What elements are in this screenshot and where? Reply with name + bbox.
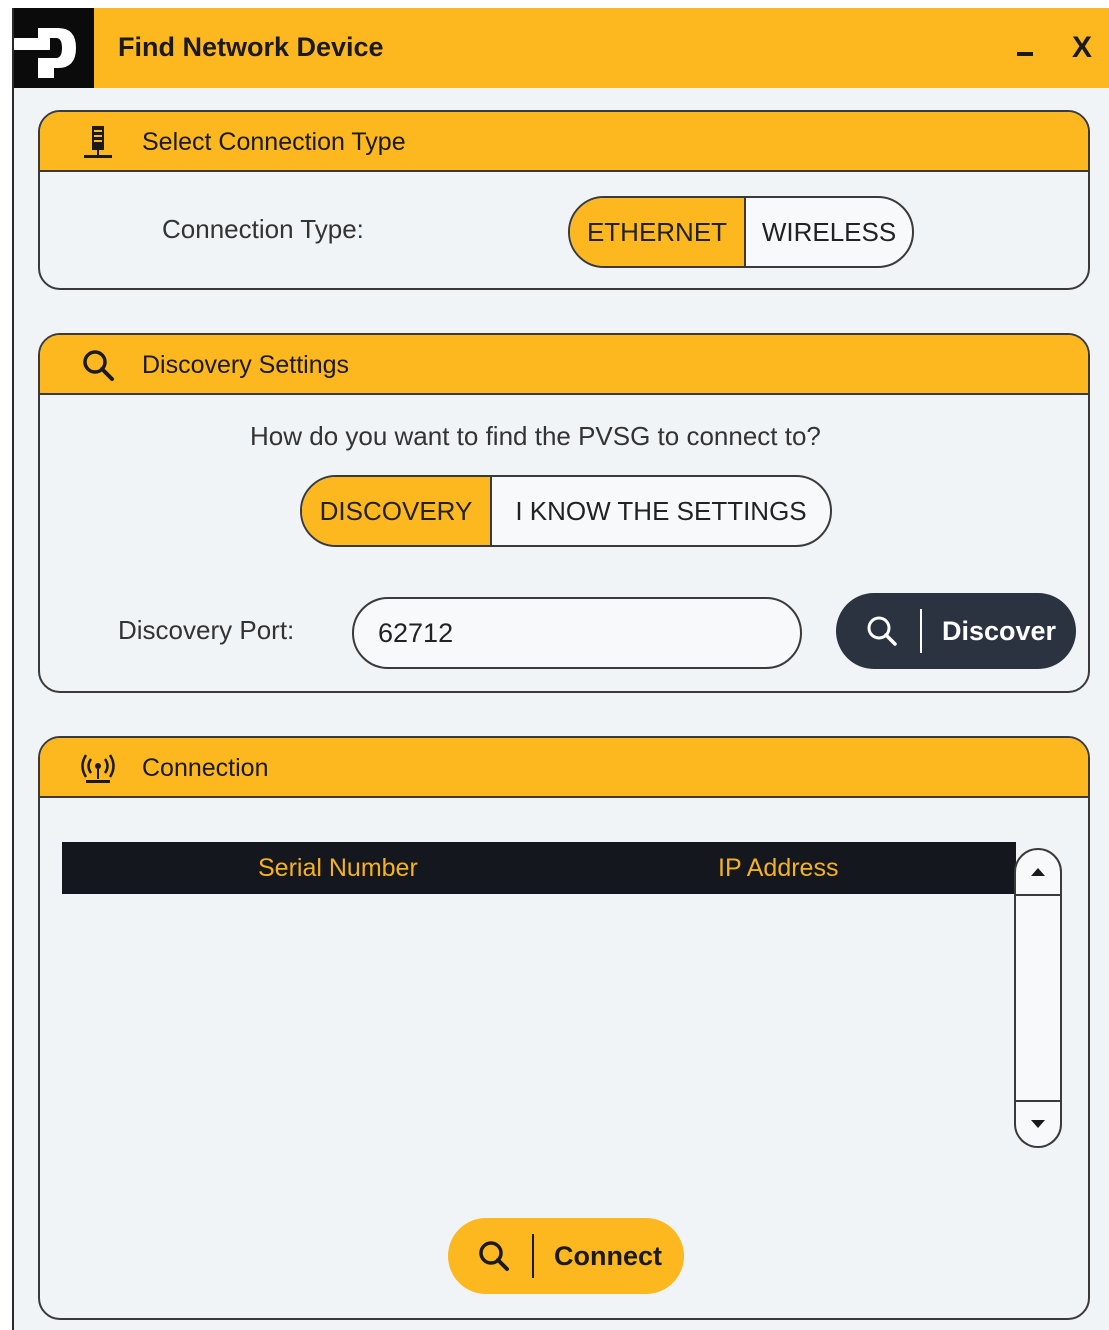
discovery-settings-panel: Discovery Settings How do you want to fi… [38, 333, 1090, 693]
connection-panel: Connection Serial Number IP Address Conn… [38, 736, 1090, 1320]
search-icon [479, 1241, 509, 1271]
discovery-option[interactable]: DISCOVERY [302, 477, 490, 545]
title-bar: Find Network Device X [14, 8, 1109, 88]
ip-address-column-header[interactable]: IP Address [718, 854, 838, 883]
search-icon [867, 616, 897, 646]
know-settings-option[interactable]: I KNOW THE SETTINGS [492, 477, 830, 545]
connection-type-panel: Select Connection Type Connection Type: … [38, 110, 1090, 290]
device-list-scrollbar[interactable] [1014, 848, 1062, 1148]
discovery-port-input[interactable]: 62712 [352, 597, 802, 669]
app-logo [14, 8, 94, 88]
connection-type-label: Connection Type: [162, 214, 364, 244]
find-network-device-window: Find Network Device X Select Connection … [12, 8, 1109, 1330]
ethernet-option[interactable]: ETHERNET [570, 198, 744, 266]
discover-button-label: Discover [942, 615, 1057, 646]
connection-type-toggle: ETHERNET WIRELESS [568, 196, 914, 268]
connection-heading: Connection [142, 754, 269, 782]
connection-panel-header: Connection [40, 738, 1088, 798]
discovery-port-label: Discovery Port: [118, 615, 295, 645]
scroll-down-icon [1031, 1120, 1045, 1128]
scroll-up-icon [1031, 868, 1045, 876]
scroll-down-button[interactable] [1016, 1100, 1060, 1146]
network-device-icon [84, 126, 112, 158]
discovery-question: How do you want to find the PVSG to conn… [250, 421, 821, 451]
discover-button[interactable]: Discover [836, 593, 1076, 669]
minimize-button[interactable] [1008, 30, 1042, 66]
serial-number-column-header[interactable]: Serial Number [258, 854, 418, 883]
discovery-settings-panel-header: Discovery Settings [40, 335, 1088, 395]
connect-button[interactable]: Connect [448, 1218, 684, 1294]
discovery-method-toggle: DISCOVERY I KNOW THE SETTINGS [300, 475, 832, 547]
search-icon [83, 350, 114, 381]
wireless-signal-icon [81, 754, 115, 783]
wireless-option[interactable]: WIRELESS [746, 198, 912, 266]
button-divider [532, 1234, 534, 1278]
close-button[interactable]: X [1065, 30, 1099, 66]
connect-button-label: Connect [554, 1240, 662, 1271]
scroll-up-button[interactable] [1016, 850, 1060, 896]
window-title: Find Network Device [118, 32, 384, 62]
minimize-icon [1017, 52, 1033, 56]
discovery-settings-heading: Discovery Settings [142, 351, 350, 379]
connection-type-panel-header: Select Connection Type [40, 112, 1088, 172]
button-divider [920, 609, 922, 653]
device-table-header: Serial Number IP Address [62, 842, 1016, 894]
connection-type-heading: Select Connection Type [142, 128, 406, 156]
